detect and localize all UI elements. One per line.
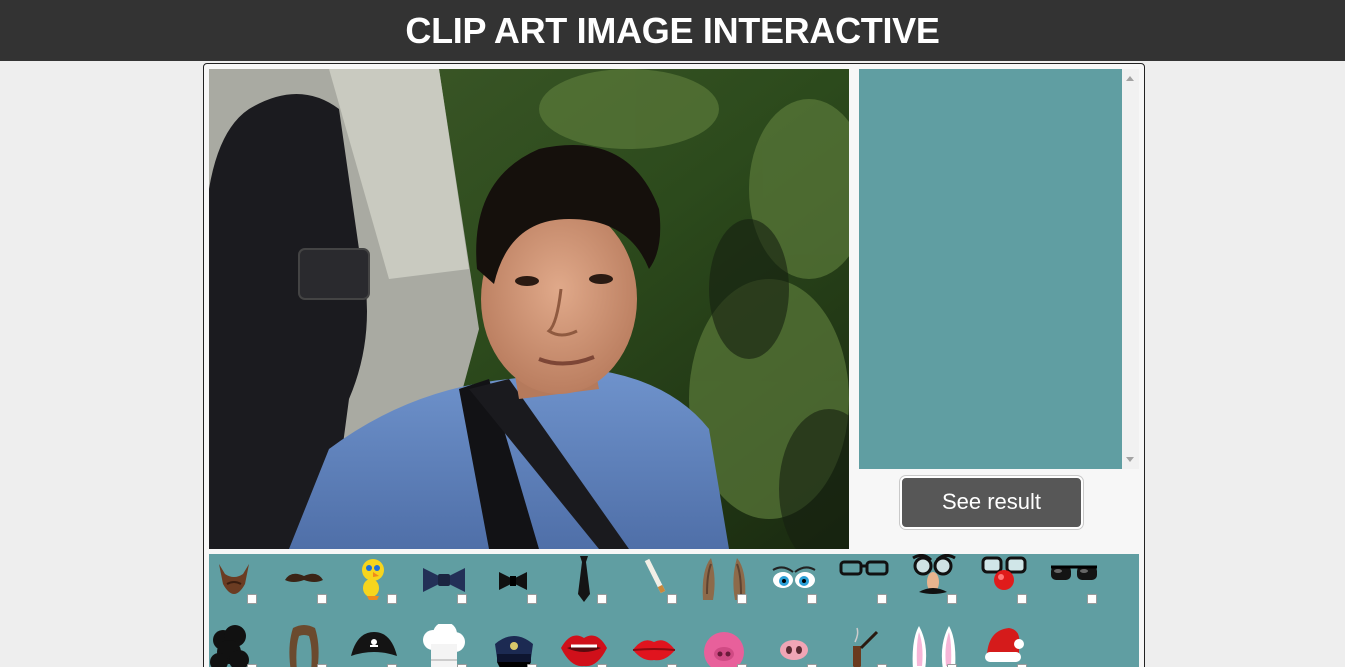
beard-checkbox[interactable] [247,594,257,604]
clipart-row-2 [209,624,1139,667]
pirate-hat-icon[interactable] [349,624,399,667]
cartoon-eyes-checkbox[interactable] [807,594,817,604]
selfie-photo[interactable] [209,69,849,549]
chef-hat-icon[interactable] [419,624,469,667]
main-panel: See result [203,63,1145,667]
glasses-checkbox[interactable] [877,594,887,604]
cartoon-eyes-icon[interactable] [769,554,819,604]
clown-nose-glasses-checkbox[interactable] [1017,594,1027,604]
deer-ears-checkbox[interactable] [737,594,747,604]
beard-icon[interactable] [209,554,259,604]
police-cap-icon[interactable] [489,624,539,667]
bunny-ears-icon[interactable] [909,624,959,667]
mustache-checkbox[interactable] [317,594,327,604]
mustache-icon[interactable] [279,554,329,604]
necktie-icon[interactable] [559,554,609,604]
bow-tie-black-checkbox[interactable] [527,594,537,604]
page-title: CLIP ART IMAGE INTERACTIVE [405,10,940,51]
long-hair-icon[interactable] [279,624,329,667]
pig-nose-icon[interactable] [769,624,819,667]
scroll-down-arrow-icon[interactable] [1126,457,1134,462]
result-preview [859,69,1122,469]
groucho-glasses-checkbox[interactable] [947,594,957,604]
tweety-bird-icon[interactable] [349,554,399,604]
groucho-glasses-icon[interactable] [909,554,959,604]
sunglasses-icon[interactable] [1049,554,1099,604]
tweety-bird-checkbox[interactable] [387,594,397,604]
bow-tie-blue-checkbox[interactable] [457,594,467,604]
see-result-button[interactable]: See result [900,476,1083,529]
lips-open-icon[interactable] [559,624,609,667]
sunglasses-checkbox[interactable] [1087,594,1097,604]
pig-face-icon[interactable] [699,624,749,667]
clipart-palette [209,554,1139,667]
clipart-row-1 [209,554,1139,604]
clown-nose-glasses-icon[interactable] [979,554,1029,604]
cigarette-icon[interactable] [629,554,679,604]
app-header: CLIP ART IMAGE INTERACTIVE [0,0,1345,61]
glasses-icon[interactable] [839,554,889,604]
bow-tie-black-icon[interactable] [489,554,539,604]
result-scrollbar[interactable] [1122,69,1139,469]
curly-hair-icon[interactable] [209,624,259,667]
deer-ears-icon[interactable] [699,554,749,604]
santa-hat-icon[interactable] [979,624,1029,667]
pipe-icon[interactable] [839,624,889,667]
scroll-up-arrow-icon[interactable] [1126,76,1134,81]
lips-red-icon[interactable] [629,624,679,667]
cigarette-checkbox[interactable] [667,594,677,604]
bow-tie-blue-icon[interactable] [419,554,469,604]
necktie-checkbox[interactable] [597,594,607,604]
